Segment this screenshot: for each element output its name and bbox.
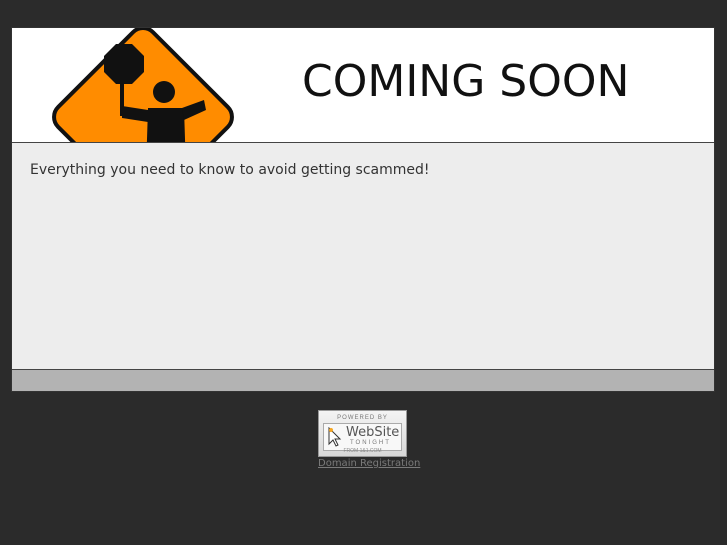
tagline-text: Everything you need to know to avoid get… [30,162,430,178]
website-tonight-badge[interactable]: POWERED BY WebSite TONIGHT FROM 1&1.COM [318,410,407,457]
badge-domain: FROM 1&1.COM [343,448,382,454]
page: COMING SOON Everything you need to know … [0,0,727,545]
badge-tagline: TONIGHT [350,440,391,446]
header-banner: COMING SOON [12,28,714,143]
site-container: COMING SOON Everything you need to know … [11,27,715,392]
main-content: Everything you need to know to avoid get… [12,143,714,369]
badge-powered-by: POWERED BY [337,415,388,421]
footer-bar [12,369,714,391]
cursor-icon [328,427,342,447]
badge-brand: WebSite [346,425,400,440]
construction-flagger-icon [52,28,234,142]
page-title: COMING SOON [302,56,630,107]
domain-registration-link[interactable]: Domain Registration [318,458,420,469]
badge-logo: WebSite TONIGHT [323,423,402,451]
